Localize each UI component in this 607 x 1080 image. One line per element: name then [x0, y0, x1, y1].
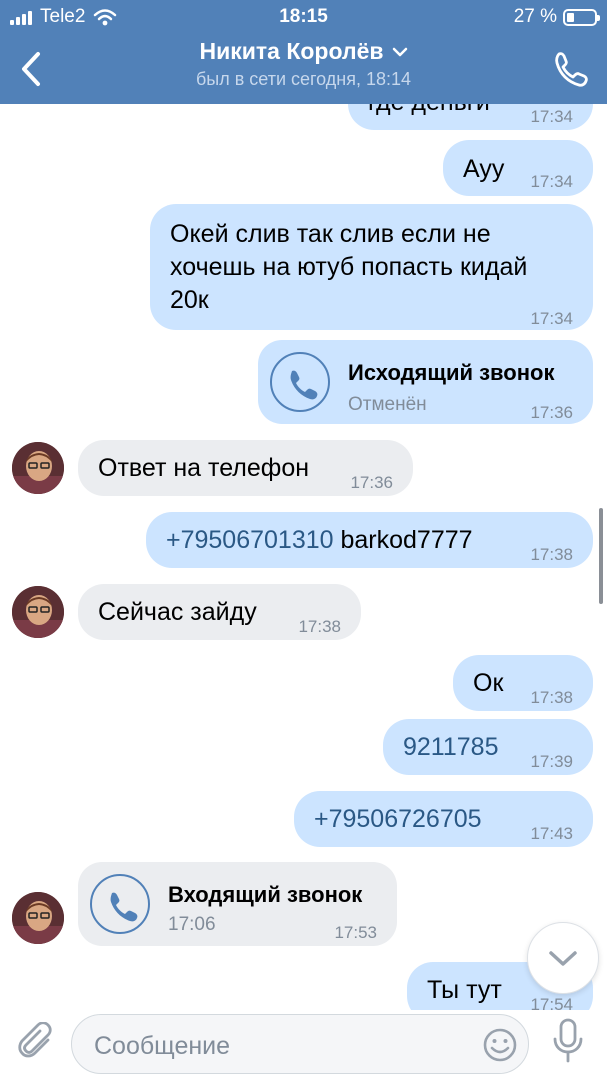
scrollbar[interactable] [599, 508, 603, 604]
phone-link[interactable]: 9211785 [403, 733, 498, 761]
battery-icon [563, 8, 600, 26]
message-time: 17:34 [530, 107, 573, 126]
call-button[interactable] [547, 48, 593, 90]
avatar[interactable] [12, 442, 64, 494]
message-time: 17:53 [334, 923, 377, 942]
avatar[interactable] [12, 892, 64, 944]
chevron-left-icon [22, 52, 40, 86]
chat-header: Tele2 18:15 27 % Никита Королёв был в се… [0, 0, 607, 104]
avatar-photo [12, 442, 64, 494]
message-text: Окей слив так слив если не хочешь на юту… [170, 220, 528, 314]
phone-link[interactable]: +79506726705 [314, 805, 482, 833]
avatar[interactable] [12, 586, 64, 638]
message-input-box[interactable] [71, 1014, 529, 1074]
back-button[interactable] [14, 50, 48, 90]
call-card-outgoing[interactable]: Исходящий звонок Отменён 17:36 [258, 340, 593, 424]
message-text: 9211785 [403, 731, 498, 764]
message-bubble-outgoing[interactable]: 9211785 17:39 [383, 719, 593, 775]
call-title: Входящий звонок [168, 882, 363, 907]
emoji-button[interactable] [482, 1027, 518, 1063]
call-status: 17:06 [168, 914, 216, 935]
message-time: 17:38 [530, 545, 573, 564]
voice-message-button[interactable] [552, 1018, 584, 1064]
battery-percent: 27 % [513, 6, 557, 27]
message-text: Ок [473, 669, 504, 697]
message-time: 17:38 [298, 617, 341, 636]
message-text: Сейчас зайду [98, 598, 257, 626]
status-right: 27 % [513, 6, 600, 28]
message-bubble-outgoing[interactable]: Ауу 17:34 [443, 140, 593, 196]
call-icon-circle [90, 874, 150, 934]
message-time: 17:36 [530, 403, 573, 422]
contact-name[interactable]: Никита Королёв [200, 38, 408, 65]
message-input[interactable] [92, 1027, 476, 1065]
call-card-incoming[interactable]: Входящий звонок 17:06 17:53 [78, 862, 397, 946]
message-text: Ауу [463, 155, 505, 183]
message-bubble-incoming[interactable]: Сейчас зайду 17:38 [78, 584, 361, 640]
message-time: 17:39 [530, 752, 573, 771]
message-bubble-outgoing[interactable]: +79506701310 barkod7777 17:38 [146, 512, 593, 568]
message-text: +79506726705 [314, 803, 482, 836]
message-text: Ответ на телефон [98, 454, 310, 482]
message-time: 17:34 [530, 172, 573, 191]
paperclip-icon [18, 1021, 52, 1058]
phone-icon [290, 370, 318, 400]
message-list[interactable]: где деньги 17:34 Ауу 17:34 Окей слив так… [0, 0, 607, 1010]
message-text: Ты тут [427, 976, 502, 1004]
microphone-icon [553, 1018, 583, 1063]
attach-button[interactable] [18, 1021, 58, 1064]
message-time: 17:43 [530, 824, 573, 843]
call-title: Исходящий звонок [348, 360, 555, 385]
message-bubble-outgoing[interactable]: +79506726705 17:43 [294, 791, 593, 847]
phone-icon [110, 892, 138, 922]
message-time: 17:36 [350, 473, 393, 492]
message-bubble-outgoing[interactable]: Ок 17:38 [453, 655, 593, 711]
chevron-down-icon [549, 951, 577, 966]
phone-icon [555, 52, 588, 87]
message-text: +79506701310 barkod7777 [166, 526, 473, 554]
last-seen-status: был в сети сегодня, 18:14 [195, 69, 412, 89]
scroll-down-button[interactable] [527, 922, 599, 994]
call-icon-circle [270, 352, 330, 412]
message-composer [0, 1010, 607, 1080]
chevron-down-icon [392, 47, 407, 56]
call-status: Отменён [348, 394, 427, 415]
smile-icon [483, 1028, 517, 1062]
status-bar: Tele2 18:15 27 % [0, 0, 607, 34]
message-bubble-incoming[interactable]: Ответ на телефон 17:36 [78, 440, 413, 496]
avatar-photo [12, 586, 64, 638]
message-time: 17:34 [530, 309, 573, 328]
chat-title-area[interactable]: Никита Королёв был в сети сегодня, 18:14 [100, 38, 507, 90]
avatar-photo [12, 892, 64, 944]
message-bubble-outgoing[interactable]: Окей слив так слив если не хочешь на юту… [150, 204, 593, 330]
phone-link[interactable]: +79506701310 [166, 526, 334, 554]
message-time: 17:38 [530, 688, 573, 707]
